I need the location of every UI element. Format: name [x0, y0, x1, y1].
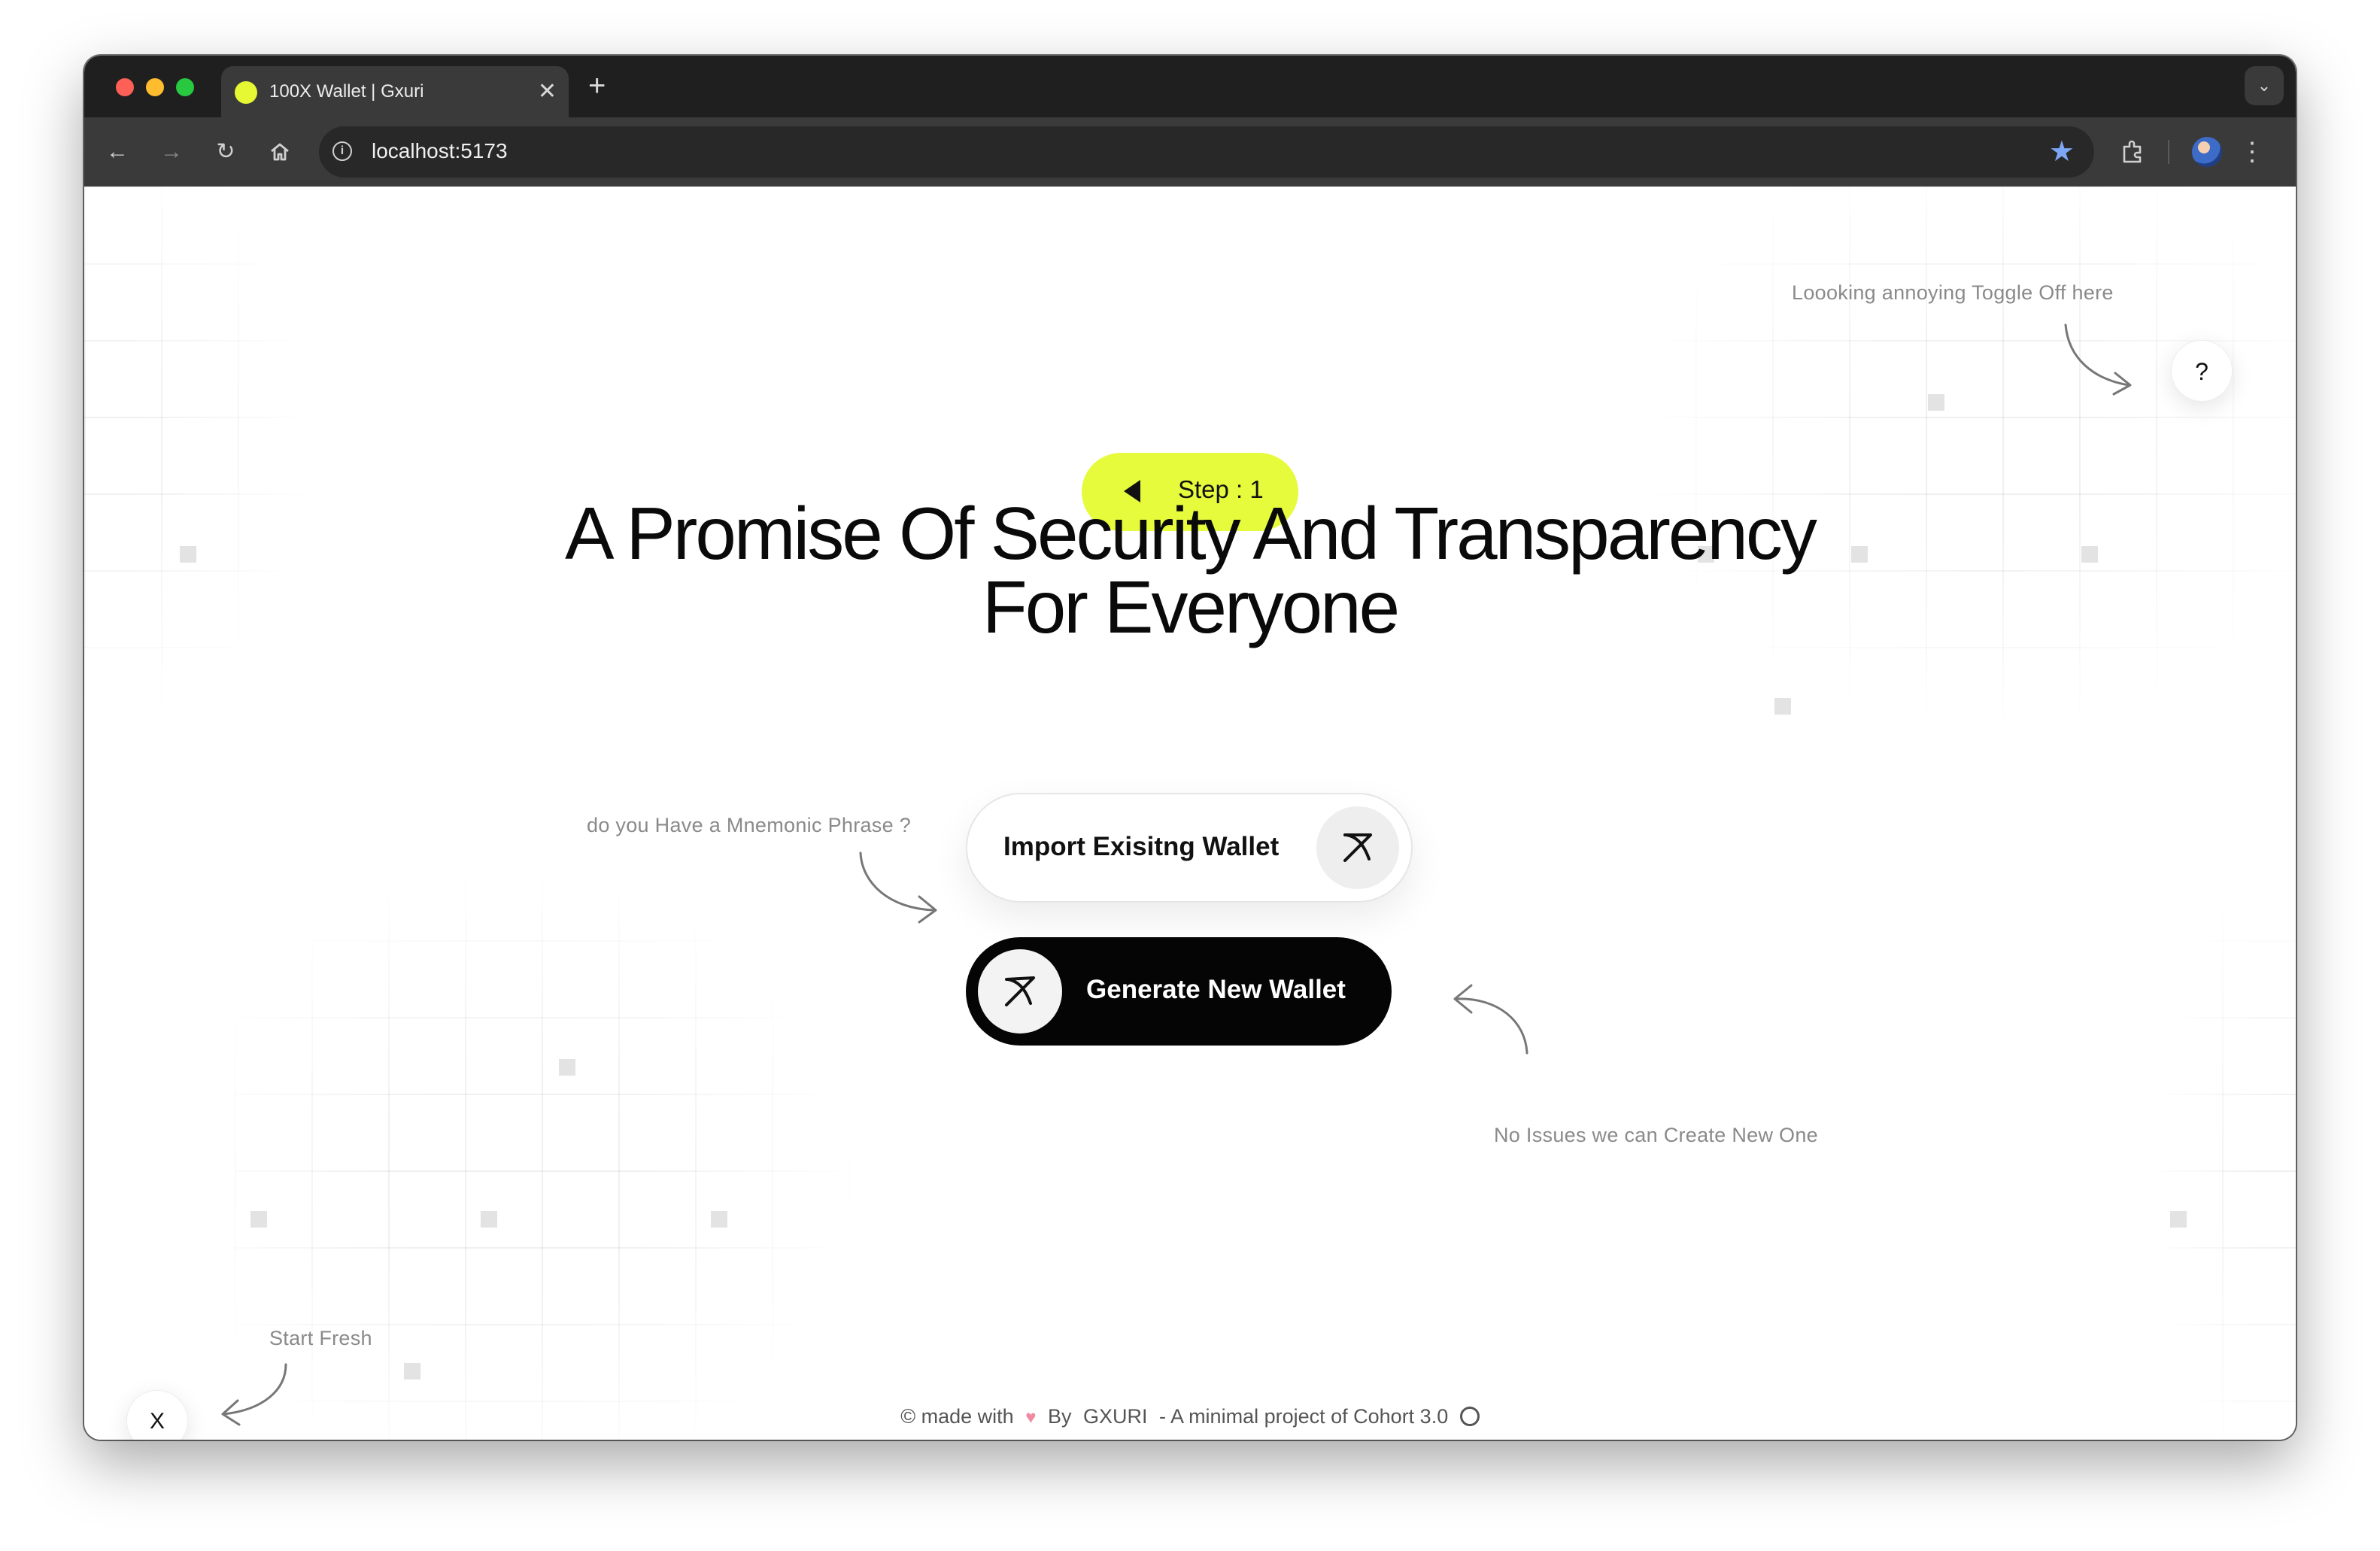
background-grid: [235, 864, 852, 1440]
profile-avatar[interactable]: [2192, 137, 2222, 167]
page-title: A Promise Of Security And Transparency F…: [438, 496, 1942, 644]
generate-icon-circle: [978, 949, 1062, 1033]
grid-square: [404, 1363, 420, 1380]
tab-title: 100X Wallet | Gxuri: [269, 81, 424, 102]
browser-tab-active[interactable]: 100X Wallet | Gxuri ✕: [221, 66, 569, 117]
curved-arrow-icon: [2064, 323, 2132, 396]
toolbar-divider: [2168, 140, 2169, 164]
home-icon: [271, 143, 289, 161]
import-wallet-button[interactable]: Import Exisitng Wallet: [966, 793, 1413, 903]
url-text[interactable]: localhost:5173: [372, 139, 508, 163]
browser-window: 100X Wallet | Gxuri ✕ + ⌄ ← → ↻ i localh…: [84, 56, 2296, 1440]
headline-line-1: A Promise Of Security And Transparency: [565, 492, 1817, 575]
forward-arrow-icon: →: [160, 139, 183, 164]
star-icon[interactable]: ★: [2049, 135, 2075, 168]
grid-square: [1928, 394, 1944, 411]
address-bar[interactable]: i localhost:5173 ★: [319, 126, 2094, 178]
back-button[interactable]: ←: [98, 132, 137, 171]
new-tab-button[interactable]: +: [588, 68, 606, 104]
grid-square: [2170, 1211, 2187, 1228]
background-grid: [1619, 187, 2296, 743]
close-window-button[interactable]: [116, 78, 134, 96]
chevron-down-icon: ⌄: [2257, 76, 2272, 95]
diagonal-arrow-icon: [1005, 976, 1035, 1006]
heart-icon: ♥: [1025, 1407, 1037, 1428]
minimize-window-button[interactable]: [146, 78, 164, 96]
grid-square: [2081, 546, 2098, 563]
tab-search-button[interactable]: ⌄: [2245, 66, 2284, 105]
footer-by: By: [1047, 1405, 1072, 1428]
import-icon-circle: [1316, 806, 1399, 889]
browser-toolbar: ← → ↻ i localhost:5173 ★ ⋮: [84, 117, 2296, 187]
curved-arrow-icon: [859, 851, 937, 924]
import-wallet-label: Import Exisitng Wallet: [1003, 832, 1280, 861]
tab-close-icon[interactable]: ✕: [538, 77, 557, 107]
grid-square: [250, 1211, 267, 1228]
forward-button[interactable]: →: [152, 132, 191, 171]
generate-wallet-button[interactable]: Generate New Wallet: [966, 937, 1392, 1046]
start-fresh-hint-text: Start Fresh: [269, 1327, 372, 1349]
headline-line-2: For Everyone: [982, 566, 1400, 648]
grid-square: [711, 1211, 727, 1228]
toggle-hint-text: Loooking annoying Toggle Off here: [1792, 281, 2114, 304]
diagonal-arrow-icon: [1343, 833, 1372, 862]
generate-wallet-label: Generate New Wallet: [1086, 975, 1346, 1004]
reload-icon: ↻: [216, 139, 235, 164]
grid-square: [180, 546, 196, 563]
footer-made-with: © made with: [900, 1405, 1014, 1428]
kebab-menu-icon[interactable]: ⋮: [2237, 131, 2267, 173]
tab-strip: 100X Wallet | Gxuri ✕ + ⌄: [84, 56, 2296, 117]
back-arrow-icon: ←: [106, 139, 129, 164]
reload-button[interactable]: ↻: [206, 132, 245, 171]
grid-square: [1774, 698, 1791, 715]
footer-project: - A minimal project of Cohort 3.0: [1159, 1405, 1449, 1428]
grid-square: [481, 1211, 497, 1228]
footer: © made with ♥ By GXURI - A minimal proje…: [84, 1405, 2296, 1428]
curved-arrow-icon: [1453, 984, 1528, 1055]
page-content: Loooking annoying Toggle Off here ? Step…: [84, 187, 2296, 1440]
grid-square: [559, 1059, 575, 1076]
home-button[interactable]: [260, 132, 299, 171]
github-icon[interactable]: [1459, 1407, 1480, 1426]
help-toggle-button[interactable]: ?: [2171, 340, 2233, 402]
mnemonic-hint-text: do you Have a Mnemonic Phrase ?: [587, 814, 912, 836]
info-icon[interactable]: i: [332, 141, 352, 161]
maximize-window-button[interactable]: [176, 78, 194, 96]
favicon-icon: [235, 81, 257, 104]
footer-author-link[interactable]: GXURI: [1083, 1405, 1148, 1428]
background-grid: [84, 187, 325, 743]
extensions-icon[interactable]: [2111, 131, 2154, 173]
background-grid: [2145, 864, 2296, 1440]
create-hint-text: No Issues we can Create New One: [1494, 1124, 1818, 1146]
